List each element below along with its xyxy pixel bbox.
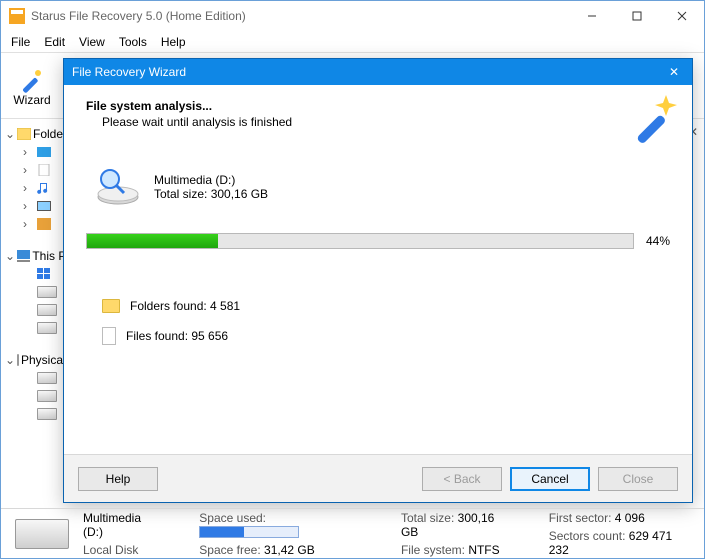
pc-icon [17,250,30,262]
menu-help[interactable]: Help [161,35,186,49]
drive-icon [37,322,57,334]
drive-icon [37,390,57,402]
close-button[interactable] [659,1,704,31]
wand-icon [18,65,46,93]
space-used-fill [200,527,244,537]
magnifier-disk-icon [94,167,142,207]
drive-icon [17,354,19,366]
app-icon [9,8,25,24]
drive-icon [37,372,57,384]
document-icon [37,164,51,176]
wizard-close-icon[interactable]: ✕ [664,65,684,79]
wand-large-icon [628,91,680,143]
window-buttons [569,1,704,31]
drive-large-icon [15,519,69,549]
disk-name: Multimedia (D:) [154,173,268,187]
folder-icon [102,299,120,313]
space-free-label: Space free: [199,543,260,557]
picture-icon [37,147,51,157]
cancel-button[interactable]: Cancel [510,467,590,491]
drive-icon [37,408,57,420]
menu-edit[interactable]: Edit [44,35,65,49]
space-used-bar [199,526,299,538]
wizard-title: File Recovery Wizard [72,65,664,79]
drive-icon [37,286,57,298]
titlebar: Starus File Recovery 5.0 (Home Edition) [1,1,704,31]
wizard-heading: File system analysis... [86,99,670,113]
close-dialog-button: Close [598,467,678,491]
progress-percent: 44% [646,234,670,248]
windows-icon [37,268,51,280]
space-used-label: Space used: [199,511,266,525]
help-button[interactable]: Help [78,467,158,491]
drive-icon [37,304,57,316]
maximize-button[interactable] [614,1,659,31]
total-size-label: Total size: [401,511,454,525]
menu-tools[interactable]: Tools [119,35,147,49]
wizard-subheading: Please wait until analysis is finished [86,115,670,129]
sectors-count-label: Sectors count: [549,529,626,543]
disk-size: Total size: 300,16 GB [154,187,268,201]
wizard-button[interactable]: Wizard [7,65,57,107]
back-button: < Back [422,467,502,491]
menu-view[interactable]: View [79,35,105,49]
video-icon [37,201,51,211]
fs-value: NTFS [468,543,499,557]
folders-found: Folders found: 4 581 [130,299,240,313]
wizard-label: Wizard [13,93,50,107]
menubar: File Edit View Tools Help [1,31,704,53]
menu-file[interactable]: File [11,35,30,49]
archive-icon [37,218,51,230]
first-sector-label: First sector: [549,511,612,525]
folder-icon [17,128,31,140]
files-found: Files found: 95 656 [126,329,228,343]
wizard-footer: Help < Back Cancel Close [64,454,692,502]
wizard-dialog: File Recovery Wizard ✕ File system analy… [63,58,693,503]
status-disk-type: Local Disk [83,543,161,557]
progress-fill [87,234,218,248]
app-title: Starus File Recovery 5.0 (Home Edition) [31,9,569,23]
first-sector-value: 4 096 [615,511,645,525]
fs-label: File system: [401,543,465,557]
minimize-button[interactable] [569,1,614,31]
progress-bar [86,233,634,249]
music-icon [37,181,51,195]
space-free-value: 31,42 GB [264,543,315,557]
statusbar: Multimedia (D:) Local Disk Space used: S… [1,508,704,558]
file-icon [102,327,116,345]
wizard-titlebar: File Recovery Wizard ✕ [64,59,692,85]
status-disk-name: Multimedia (D:) [83,511,161,539]
